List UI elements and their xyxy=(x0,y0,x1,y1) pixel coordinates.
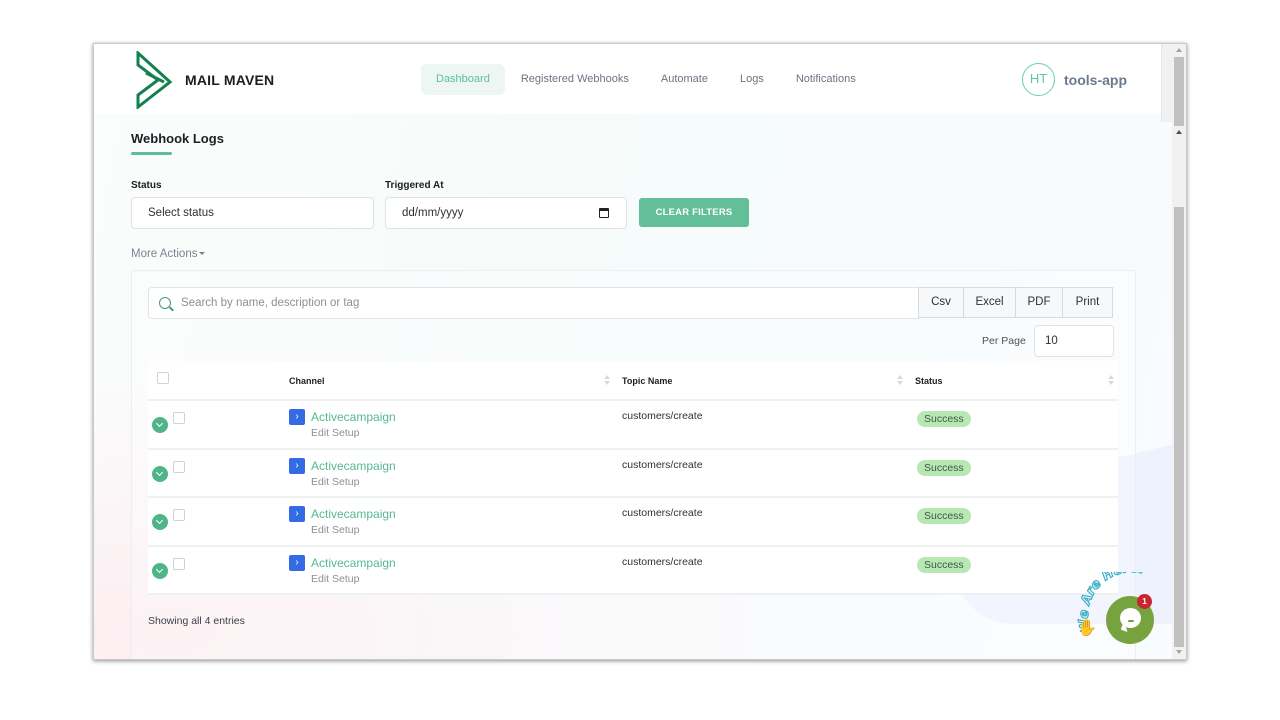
column-header-channel[interactable]: Channel xyxy=(289,376,325,386)
top-header: MAIL MAVEN Dashboard Registered Webhooks… xyxy=(94,44,1172,114)
entries-summary: Showing all 4 entries xyxy=(148,615,245,627)
topic-name: customers/create xyxy=(622,458,703,471)
row-checkbox[interactable] xyxy=(173,460,185,473)
nav-automate[interactable]: Automate xyxy=(645,64,724,95)
nav-notifications[interactable]: Notifications xyxy=(780,64,872,95)
scroll-up-arrow-icon[interactable] xyxy=(1176,130,1182,134)
table-row: › Activecampaign Edit Setup customers/cr… xyxy=(148,547,1118,595)
more-actions-label: More Actions xyxy=(131,248,198,260)
date-placeholder: dd/mm/yyyy xyxy=(402,207,464,219)
chat-bubble-icon xyxy=(1120,608,1141,628)
activecampaign-logo-icon: › xyxy=(289,506,305,522)
export-csv-button[interactable]: Csv xyxy=(919,288,964,317)
sort-topic-icon[interactable] xyxy=(897,375,903,387)
user-avatar[interactable]: HT xyxy=(1022,63,1055,96)
page: MAIL MAVEN Dashboard Registered Webhooks… xyxy=(94,44,1172,659)
channel-link[interactable]: Activecampaign xyxy=(311,410,396,424)
status-select[interactable]: Select status xyxy=(131,197,374,229)
chat-widget[interactable]: We Are Here! ✋ 1 xyxy=(1069,572,1172,657)
column-header-topic[interactable]: Topic Name xyxy=(622,376,672,386)
edit-setup-link[interactable]: Edit Setup xyxy=(311,427,359,439)
browser-window: MAIL MAVEN Dashboard Registered Webhooks… xyxy=(93,43,1187,660)
status-badge: Success xyxy=(917,508,971,524)
activecampaign-logo-icon: › xyxy=(289,554,305,571)
status-badge: Success xyxy=(917,411,971,427)
edit-setup-link[interactable]: Edit Setup xyxy=(311,524,359,536)
channel-link[interactable]: Activecampaign xyxy=(311,507,396,521)
expand-row-icon[interactable] xyxy=(152,417,168,433)
table-header: Channel Topic Name Status xyxy=(148,361,1118,401)
mail-maven-logo-icon[interactable] xyxy=(136,51,172,109)
channel-link[interactable]: Activecampaign xyxy=(311,556,396,570)
channel-link[interactable]: Activecampaign xyxy=(311,459,396,473)
waving-hand-icon: ✋ xyxy=(1077,620,1097,637)
caret-down-icon xyxy=(199,252,206,256)
print-button[interactable]: Print xyxy=(1063,288,1112,317)
export-pdf-button[interactable]: PDF xyxy=(1016,288,1063,317)
inner-scrollbar[interactable] xyxy=(1161,44,1172,122)
column-header-status[interactable]: Status xyxy=(915,376,943,386)
sort-channel-icon[interactable] xyxy=(604,375,610,387)
activecampaign-logo-icon: › xyxy=(289,409,305,425)
table-row: › Activecampaign Edit Setup customers/cr… xyxy=(148,498,1118,547)
per-page-input[interactable]: 10 xyxy=(1034,325,1114,357)
topic-name: customers/create xyxy=(622,555,703,568)
export-button-group: Csv Excel PDF Print xyxy=(918,287,1113,318)
expand-row-icon[interactable] xyxy=(152,465,168,482)
nav-dashboard[interactable]: Dashboard xyxy=(421,64,505,95)
topic-name: customers/create xyxy=(622,410,703,422)
triggered-at-label: Triggered At xyxy=(385,180,444,191)
chat-smile-icon xyxy=(1128,620,1134,622)
triggered-at-date-input[interactable]: dd/mm/yyyy xyxy=(385,197,627,229)
select-all-checkbox[interactable] xyxy=(157,372,169,384)
row-checkbox[interactable] xyxy=(173,509,185,521)
main-nav: Dashboard Registered Webhooks Automate L… xyxy=(421,64,872,95)
row-checkbox[interactable] xyxy=(173,557,185,570)
page-scrollbar[interactable] xyxy=(1172,44,1186,659)
user-name[interactable]: tools-app xyxy=(1064,72,1127,88)
clear-filters-button[interactable]: CLEAR FILTERS xyxy=(639,198,749,227)
table-row: › Activecampaign Edit Setup customers/cr… xyxy=(148,450,1118,498)
search-box[interactable] xyxy=(148,287,919,319)
status-badge: Success xyxy=(917,556,971,573)
status-badge: Success xyxy=(917,459,971,476)
status-filter-label: Status xyxy=(131,180,162,191)
expand-row-icon[interactable] xyxy=(152,562,168,579)
unread-count-badge: 1 xyxy=(1137,594,1152,609)
nav-logs[interactable]: Logs xyxy=(724,64,780,95)
scrollbar-thumb[interactable] xyxy=(1174,207,1184,647)
expand-row-icon[interactable] xyxy=(152,514,168,530)
edit-setup-link[interactable]: Edit Setup xyxy=(311,573,359,585)
title-underline xyxy=(131,152,172,155)
search-input[interactable] xyxy=(181,288,901,318)
per-page-label: Per Page xyxy=(982,335,1026,347)
calendar-icon[interactable] xyxy=(599,208,609,218)
scroll-down-arrow-icon[interactable] xyxy=(1176,650,1182,654)
topic-name: customers/create xyxy=(622,507,703,519)
sort-status-icon[interactable] xyxy=(1108,375,1114,387)
brand-name: MAIL MAVEN xyxy=(185,72,275,88)
scrollbar-thumb-top[interactable] xyxy=(1174,57,1184,126)
edit-setup-link[interactable]: Edit Setup xyxy=(311,476,359,488)
page-title: Webhook Logs xyxy=(131,131,224,146)
activecampaign-logo-icon: › xyxy=(289,457,305,474)
search-icon xyxy=(159,297,171,309)
nav-registered-webhooks[interactable]: Registered Webhooks xyxy=(505,64,645,95)
table-row: › Activecampaign Edit Setup customers/cr… xyxy=(148,401,1118,450)
row-checkbox[interactable] xyxy=(173,412,185,424)
more-actions-dropdown[interactable]: More Actions xyxy=(131,248,206,260)
scroll-up-arrow-icon[interactable] xyxy=(1176,48,1182,52)
export-excel-button[interactable]: Excel xyxy=(964,288,1016,317)
logs-table: Channel Topic Name Status › Activecampai… xyxy=(148,361,1118,595)
